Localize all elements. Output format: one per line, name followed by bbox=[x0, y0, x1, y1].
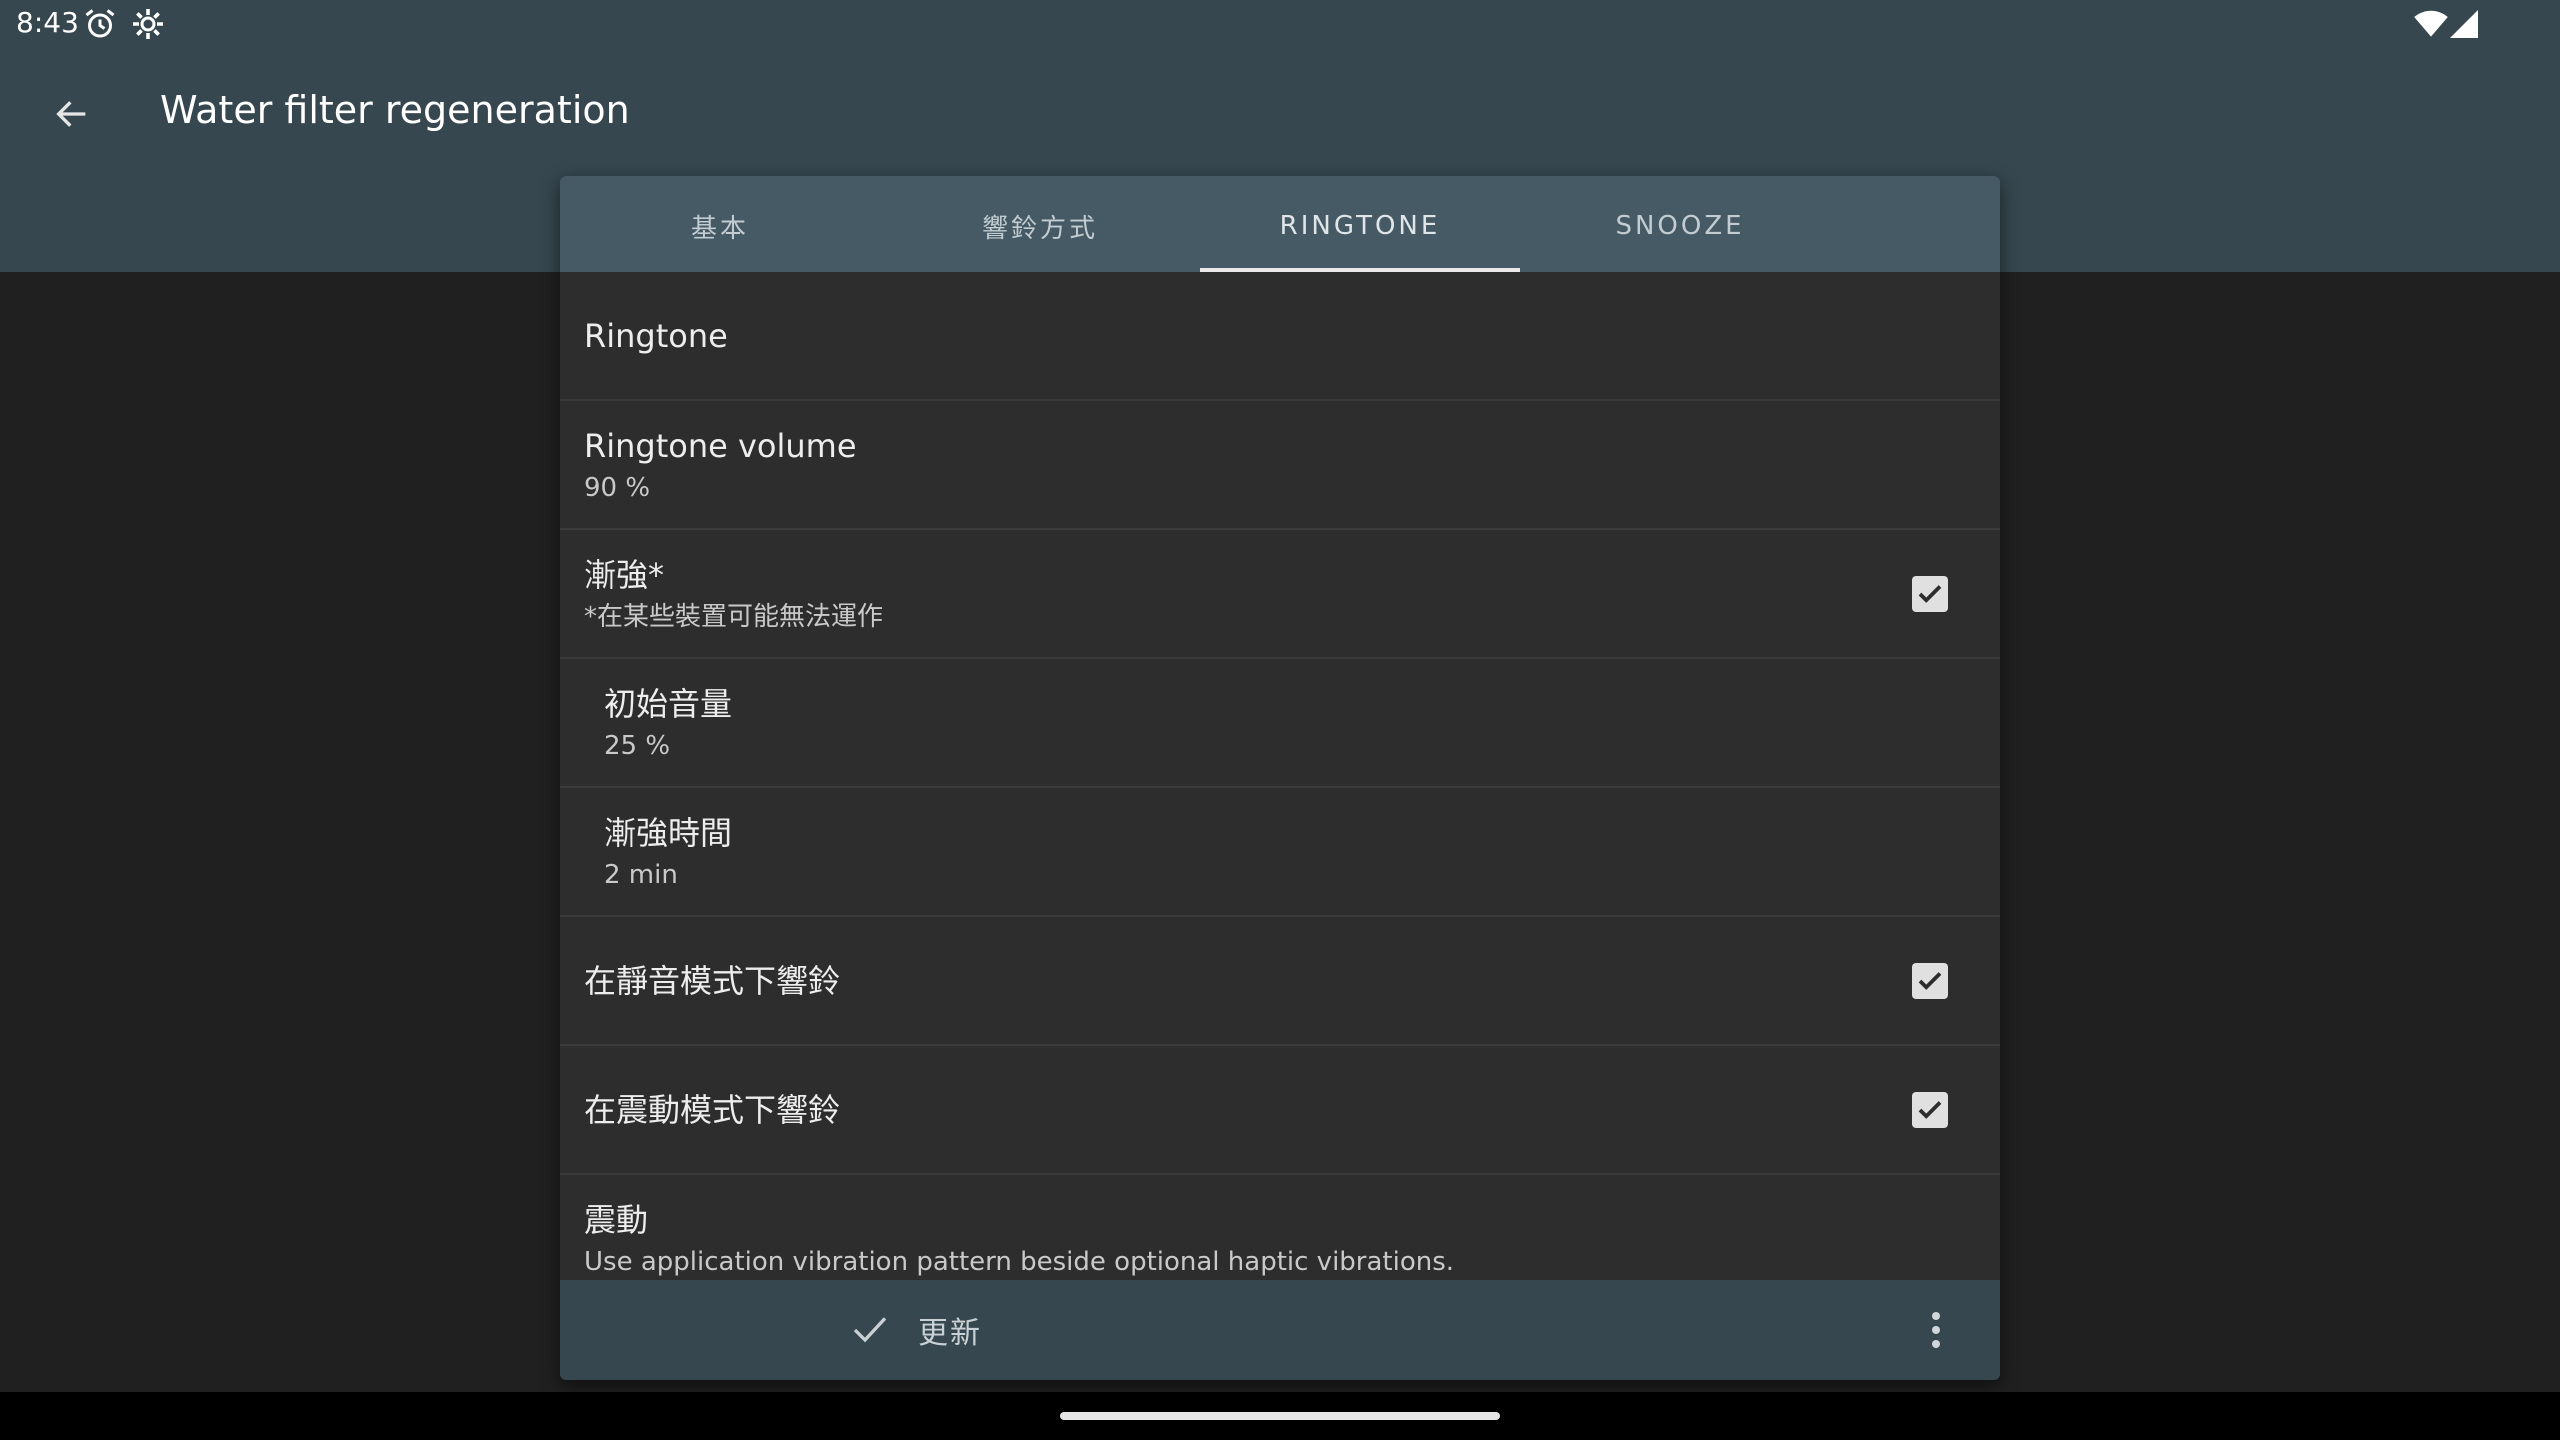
bottom-bar: 更新 bbox=[560, 1280, 2000, 1380]
ringtone-volume-row[interactable]: Ringtone volume 90 % bbox=[560, 401, 2000, 530]
check-icon bbox=[1918, 584, 1942, 603]
tab-bar: 基本 響鈴方式 RINGTONE SNOOZE bbox=[560, 176, 2000, 272]
crescendo-note: *在某些裝置可能無法運作 bbox=[584, 602, 884, 633]
more-vert-icon bbox=[1932, 1312, 1940, 1348]
settings-icon bbox=[130, 6, 166, 46]
vibration-row[interactable]: 震動 Use application vibration pattern bes… bbox=[560, 1175, 2000, 1276]
page-title: Water filter regeneration bbox=[160, 88, 630, 132]
signal-icon bbox=[2450, 10, 2478, 42]
crescendo-title: 漸強* bbox=[584, 556, 665, 594]
tab-ring-method[interactable]: 響鈴方式 bbox=[880, 176, 1200, 272]
crescendo-time-row[interactable]: 漸強時間 2 min bbox=[560, 788, 2000, 917]
settings-list[interactable]: Ringtone Ringtone volume 90 % 漸強* *在某些裝置… bbox=[560, 272, 2000, 1276]
update-button[interactable]: 更新 bbox=[850, 1280, 982, 1380]
tab-ringtone[interactable]: RINGTONE bbox=[1200, 176, 1520, 272]
alarm-icon bbox=[82, 6, 118, 46]
ringtone-volume-title: Ringtone volume bbox=[584, 427, 857, 465]
navigation-bar bbox=[0, 1392, 2560, 1440]
arrow-left-icon bbox=[56, 101, 86, 127]
ringtone-title: Ringtone bbox=[584, 316, 728, 355]
ring-in-silent-row[interactable]: 在靜音模式下響鈴 bbox=[560, 917, 2000, 1046]
ring-in-silent-checkbox[interactable] bbox=[1912, 962, 1948, 999]
ring-in-vibrate-row[interactable]: 在震動模式下響鈴 bbox=[560, 1046, 2000, 1175]
initial-volume-value: 25 % bbox=[604, 731, 671, 762]
settings-panel: 基本 響鈴方式 RINGTONE SNOOZE Ringtone Rington… bbox=[560, 176, 2000, 1380]
tab-snooze[interactable]: SNOOZE bbox=[1520, 176, 1840, 272]
initial-volume-title: 初始音量 bbox=[604, 685, 733, 723]
crescendo-row[interactable]: 漸強* *在某些裝置可能無法運作 bbox=[560, 530, 2000, 659]
ring-in-silent-title: 在靜音模式下響鈴 bbox=[584, 961, 841, 1000]
ringtone-row[interactable]: Ringtone bbox=[560, 272, 2000, 401]
vibration-title: 震動 bbox=[584, 1201, 649, 1239]
ring-in-vibrate-title: 在震動模式下響鈴 bbox=[584, 1090, 841, 1129]
crescendo-time-value: 2 min bbox=[604, 860, 678, 891]
check-icon bbox=[1918, 971, 1942, 990]
status-time: 8:43 bbox=[16, 6, 79, 39]
initial-volume-row[interactable]: 初始音量 25 % bbox=[560, 659, 2000, 788]
update-label: 更新 bbox=[918, 1316, 982, 1351]
home-handle[interactable] bbox=[1060, 1412, 1500, 1420]
vibration-description: Use application vibration pattern beside… bbox=[584, 1247, 1455, 1276]
check-icon bbox=[853, 1317, 887, 1343]
crescendo-time-title: 漸強時間 bbox=[604, 814, 733, 852]
wifi-icon bbox=[2414, 10, 2448, 42]
tab-basic[interactable]: 基本 bbox=[560, 176, 880, 272]
ringtone-volume-value: 90 % bbox=[584, 473, 651, 504]
back-button[interactable] bbox=[40, 82, 104, 146]
check-icon bbox=[1918, 1100, 1942, 1119]
more-options-button[interactable] bbox=[1912, 1306, 1960, 1354]
ring-in-vibrate-checkbox[interactable] bbox=[1912, 1091, 1948, 1128]
crescendo-checkbox[interactable] bbox=[1912, 575, 1948, 612]
